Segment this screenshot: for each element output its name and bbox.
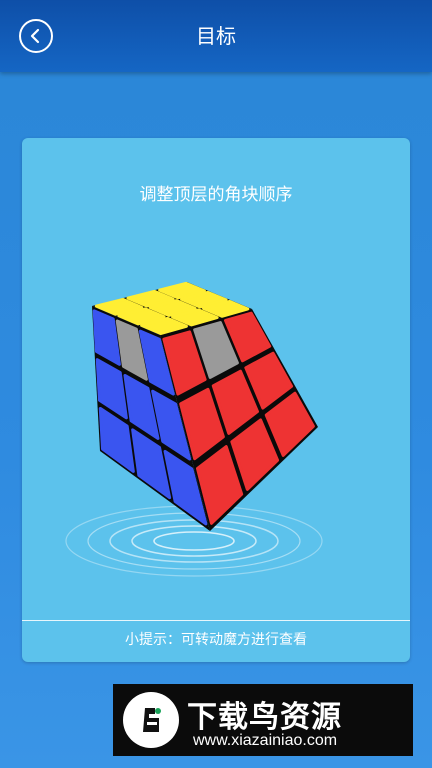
- rubiks-cube[interactable]: [92, 281, 318, 531]
- top-bar: 目标: [0, 0, 432, 72]
- bird-icon: [143, 708, 161, 732]
- divider: [22, 620, 410, 621]
- watermark: 下载鸟资源 www.xiazainiao.com: [113, 684, 413, 756]
- watermark-brand: 下载鸟资源: [187, 700, 342, 735]
- watermark-url: www.xiazainiao.com: [193, 732, 338, 749]
- bird-logo-icon: [123, 692, 179, 748]
- hint-text: 小提示：可转动魔方进行查看: [125, 632, 307, 648]
- page-title: 目标: [196, 24, 236, 48]
- cube-view[interactable]: [22, 138, 410, 620]
- goal-card: 调整顶层的角块顺序 小提示：可转动魔方进行查看: [22, 138, 410, 662]
